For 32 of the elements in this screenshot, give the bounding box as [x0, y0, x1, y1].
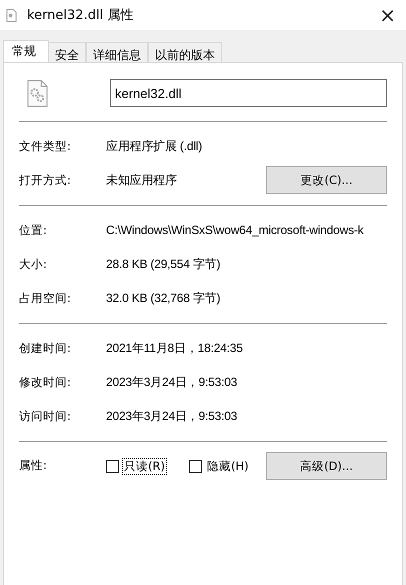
field-label: 访问时间:	[19, 408, 72, 424]
close-button[interactable]: ×	[375, 3, 400, 27]
field-label: 修改时间:	[19, 374, 72, 390]
tab[interactable]: 以前的版本	[148, 42, 222, 62]
field-label: 占用空间:	[19, 290, 72, 306]
tab[interactable]: 安全	[48, 42, 86, 62]
field-label: 创建时间:	[19, 340, 72, 356]
field-value: 未知应用程序	[106, 172, 178, 188]
checkbox-label[interactable]: 只读(R)	[122, 458, 167, 475]
field-value: 32.0 KB (32,768 字节)	[106, 290, 222, 306]
tab[interactable]: 详细信息	[86, 42, 148, 62]
field-value: C:\Windows\WinSxS\wow64_microsoft-windows-k	[106, 223, 364, 237]
field-label: 打开方式:	[19, 172, 72, 188]
field-value: 2023年3月24日，9:53:03	[106, 374, 238, 390]
file-name-field[interactable]: kernel32.dll	[110, 79, 387, 107]
window-title: kernel32.dll 属性	[27, 7, 134, 24]
field-value: 2023年3月24日，9:53:03	[106, 408, 238, 424]
tab[interactable]: 常规	[3, 40, 49, 62]
field-value: 28.8 KB (29,554 字节)	[106, 256, 222, 272]
checkbox[interactable]	[106, 460, 119, 473]
field-label: 文件类型:	[19, 138, 72, 154]
file-icon	[6, 8, 17, 22]
field-label: 位置:	[19, 222, 48, 238]
advanced-button[interactable]: 高级(D)...	[266, 452, 387, 480]
checkbox[interactable]	[188, 460, 202, 473]
change-button[interactable]: 更改(C)...	[266, 166, 387, 194]
field-value: 2021年11月8日，18:24:35	[106, 340, 244, 356]
checkbox-label[interactable]: 隐藏(H)	[204, 458, 251, 475]
field-value: 应用程序扩展 (.dll)	[106, 138, 204, 154]
gear-file-icon	[27, 80, 48, 106]
field-label: 大小:	[19, 256, 48, 272]
field-label: 属性:	[19, 458, 48, 473]
